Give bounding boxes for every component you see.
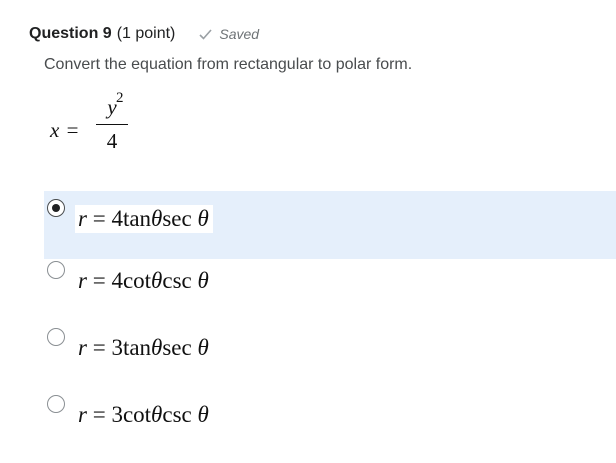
answer-function-2: sec	[162, 206, 192, 231]
fraction-bar	[96, 124, 128, 125]
answer-function-1: tan	[122, 206, 152, 231]
answer-equals: =	[92, 335, 106, 360]
answer-expression: r = 4tanθsec θ	[75, 205, 213, 233]
answer-coefficient: 3	[111, 335, 123, 360]
answer-expression: r = 4cotθcsc θ	[75, 267, 213, 295]
answer-angle-1: θ	[151, 335, 163, 360]
equation-fraction: y2 4	[96, 90, 128, 154]
answer-function-1: tan	[122, 335, 152, 360]
saved-label: Saved	[219, 26, 260, 42]
answer-option-3[interactable]: r = 3tanθsec θ	[44, 320, 616, 388]
answer-angle-2: θ	[197, 206, 209, 231]
answer-option-1[interactable]: r = 4tanθsec θ	[44, 191, 616, 259]
checkmark-icon	[199, 28, 212, 40]
answer-function-2: sec	[162, 335, 192, 360]
answer-variable: r	[78, 206, 87, 231]
saved-status: Saved	[199, 26, 259, 42]
equation-equals: =	[66, 118, 79, 142]
answer-angle-2: θ	[197, 402, 209, 427]
radio-button[interactable]	[47, 395, 65, 413]
radio-button[interactable]	[47, 328, 65, 346]
question-prompt: Convert the equation from rectangular to…	[44, 56, 413, 73]
answer-variable: r	[78, 268, 87, 293]
question-points: (1 point)	[116, 25, 176, 42]
answer-angle-2: θ	[197, 335, 209, 360]
answer-angle-1: θ	[151, 268, 163, 293]
fraction-denominator: 4	[106, 129, 118, 153]
answer-equals: =	[92, 402, 106, 427]
answer-option-2[interactable]: r = 4cotθcsc θ	[44, 253, 616, 321]
answer-option-4[interactable]: r = 3cotθcsc θ	[44, 387, 616, 455]
radio-button[interactable]	[47, 261, 65, 279]
answer-angle-1: θ	[151, 206, 163, 231]
answer-function-2: csc	[162, 268, 192, 293]
answer-angle-1: θ	[151, 402, 163, 427]
answer-equals: =	[92, 268, 106, 293]
radio-button[interactable]	[47, 199, 65, 217]
answer-coefficient: 4	[111, 206, 123, 231]
equation-lhs-variable: x	[50, 118, 60, 142]
numerator-exponent: 2	[116, 90, 124, 106]
question-header: Question 9 (1 point) Saved	[29, 22, 259, 46]
answer-equals: =	[92, 206, 106, 231]
answer-angle-2: θ	[197, 268, 209, 293]
answer-variable: r	[78, 402, 87, 427]
question-number: Question 9	[29, 25, 112, 42]
answer-coefficient: 4	[111, 268, 123, 293]
answer-coefficient: 3	[111, 402, 123, 427]
answer-function-2: csc	[162, 402, 192, 427]
answer-function-1: cot	[122, 402, 152, 427]
answer-function-1: cot	[122, 268, 152, 293]
answer-variable: r	[78, 335, 87, 360]
answer-expression: r = 3tanθsec θ	[75, 334, 213, 362]
answer-expression: r = 3cotθcsc θ	[75, 401, 213, 429]
equation-lhs: x =	[50, 118, 78, 143]
fraction-numerator: y2	[96, 90, 128, 122]
